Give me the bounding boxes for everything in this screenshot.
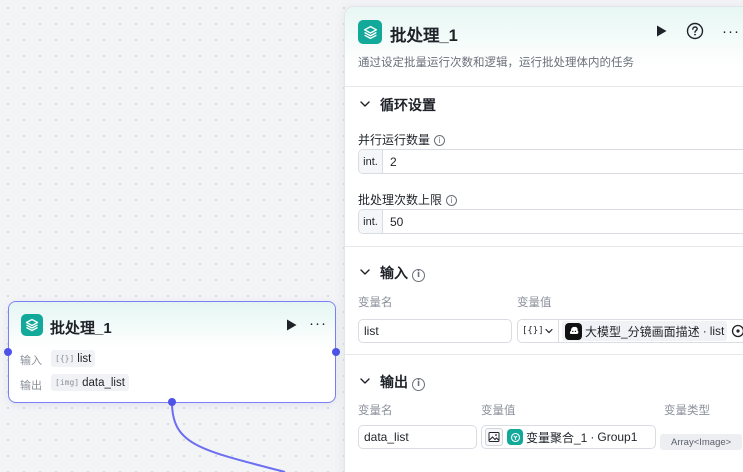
- parallel-count-input[interactable]: int. 2: [358, 149, 743, 174]
- input-ref-field: list: [709, 324, 725, 338]
- info-icon[interactable]: i: [446, 195, 458, 206]
- node-run-icon[interactable]: [283, 316, 299, 334]
- node-settings-panel: 批处理_1 ··· 通过设定批量运行次数和逻辑，运行批处理体内的任务 循环设置 …: [344, 6, 743, 472]
- chevron-down-icon[interactable]: [359, 375, 371, 387]
- input-ref-chip: 大模型_分镜画面描述 · list: [562, 321, 728, 341]
- batch-limit-label-text: 批处理次数上限: [358, 193, 443, 207]
- loop-settings-title: 循环设置: [380, 97, 436, 113]
- array-object-type-icon: [{}]: [522, 326, 544, 336]
- chevron-down-icon: [545, 328, 553, 334]
- panel-header: [345, 7, 743, 87]
- info-icon[interactable]: i: [412, 268, 425, 282]
- input-value-ref-field[interactable]: 大模型_分镜画面描述 · list: [559, 319, 743, 343]
- divider: [345, 86, 743, 87]
- run-icon[interactable]: [651, 21, 671, 41]
- input-ref-node: 大模型_分镜画面描述: [585, 324, 700, 339]
- node-more-icon[interactable]: ···: [307, 315, 329, 335]
- output-var-name-field[interactable]: data_list: [358, 425, 477, 449]
- output-ref-node: 变量聚合_1: [526, 430, 588, 445]
- more-icon[interactable]: ···: [721, 21, 741, 41]
- divider: [345, 246, 743, 247]
- help-icon[interactable]: [685, 21, 705, 41]
- divider: [345, 354, 743, 355]
- output-ref-chip: 变量聚合_1 · Group1: [507, 429, 637, 446]
- llm-model-icon: [565, 322, 582, 340]
- node-title: 批处理_1: [50, 320, 112, 337]
- target-icon[interactable]: [731, 324, 743, 338]
- output-section-title: 输出 i: [380, 372, 425, 392]
- node-output-port[interactable]: [332, 348, 340, 356]
- array-object-type-icon: [{}]: [55, 354, 75, 363]
- batch-limit-label: 批处理次数上限 i: [358, 191, 458, 208]
- node-output-value: data_list: [82, 376, 125, 389]
- panel-title: 批处理_1: [390, 27, 458, 45]
- parallel-count-label-text: 并行运行数量: [358, 133, 431, 147]
- input-section-title: 输入 i: [380, 263, 425, 283]
- batch-node-card[interactable]: 批处理_1 ··· 输入 [{}] list 输出 [img] data_lis…: [8, 301, 336, 403]
- node-input-tag: [{}] list: [51, 350, 96, 367]
- output-section-title-text: 输出: [380, 374, 408, 390]
- node-bottom-port[interactable]: [168, 398, 176, 406]
- variable-merge-icon: [507, 429, 523, 445]
- batch-layers-icon: [21, 314, 43, 336]
- batch-layers-icon: [358, 20, 382, 44]
- input-ref-sep: ·: [702, 324, 707, 338]
- parallel-count-value: 2: [390, 154, 397, 169]
- output-ref-field: Group1: [597, 430, 638, 444]
- output-type-badge: Array<Image>: [660, 434, 743, 450]
- node-output-label: 输出: [20, 380, 42, 392]
- node-input-port[interactable]: [4, 348, 12, 356]
- array-image-type-icon: [img]: [55, 378, 80, 387]
- parallel-count-label: 并行运行数量 i: [358, 131, 446, 148]
- int-type-prefix: int.: [359, 210, 383, 233]
- image-icon: [485, 428, 503, 446]
- int-type-prefix: int.: [359, 150, 383, 173]
- output-col-type: 变量类型: [664, 405, 710, 417]
- input-col-name: 变量名: [358, 297, 393, 309]
- output-col-value: 变量值: [481, 405, 516, 417]
- output-value-ref-field[interactable]: 变量聚合_1 · Group1: [481, 425, 656, 449]
- info-icon[interactable]: i: [412, 377, 425, 391]
- chevron-down-icon[interactable]: [359, 98, 371, 110]
- node-input-value: list: [77, 352, 92, 365]
- node-output-tag: [img] data_list: [51, 374, 129, 391]
- panel-description: 通过设定批量运行次数和逻辑，运行批处理体内的任务: [358, 57, 634, 69]
- node-input-label: 输入: [20, 355, 42, 367]
- info-icon[interactable]: i: [434, 135, 446, 146]
- batch-limit-input[interactable]: int. 50: [358, 209, 743, 234]
- output-col-name: 变量名: [358, 405, 393, 417]
- input-type-select[interactable]: [{}]: [517, 319, 559, 343]
- output-ref-sep: ·: [590, 430, 595, 444]
- input-section-title-text: 输入: [380, 265, 408, 281]
- batch-limit-value: 50: [390, 214, 404, 229]
- input-col-value: 变量值: [517, 297, 552, 309]
- input-var-name-field[interactable]: list: [358, 319, 512, 343]
- chevron-down-icon[interactable]: [359, 266, 371, 278]
